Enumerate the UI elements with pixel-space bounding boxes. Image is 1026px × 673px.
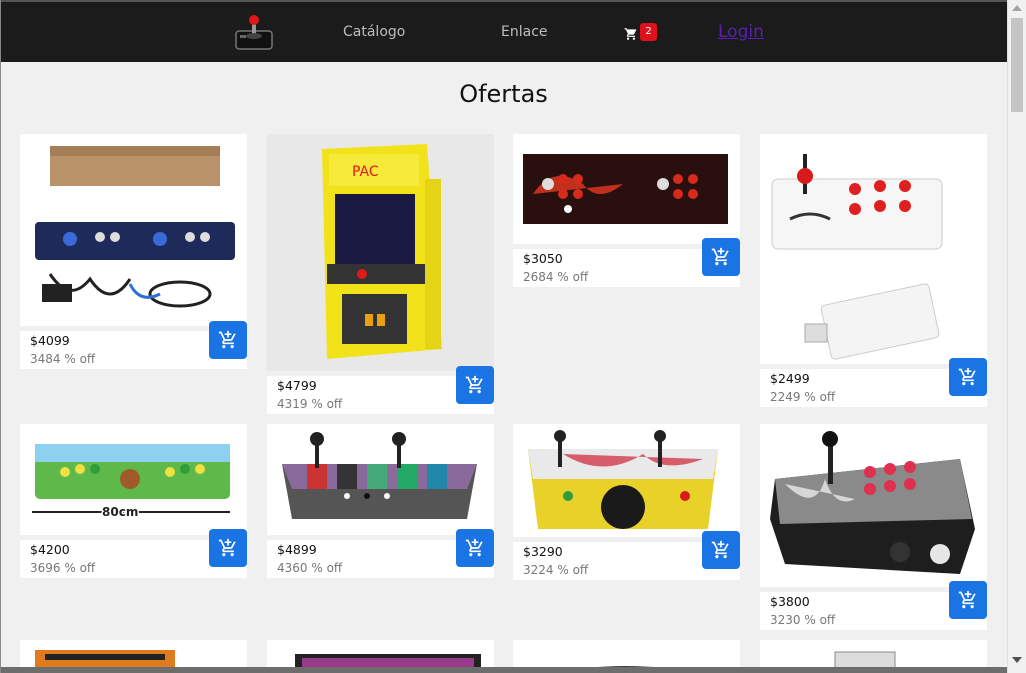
add-to-cart-button[interactable] — [949, 358, 987, 396]
arcade-stick-size-icon[interactable] — [760, 134, 987, 364]
product-price: $3290 — [523, 544, 563, 559]
add-cart-icon — [958, 367, 976, 386]
page-title: Ofertas — [459, 80, 548, 108]
mario-arcade-panel-icon[interactable]: 80cm — [20, 424, 247, 535]
add-cart-icon — [218, 538, 236, 557]
add-to-cart-button[interactable] — [702, 238, 740, 276]
login-link[interactable]: Login — [718, 22, 764, 42]
joystick-logo-icon[interactable] — [234, 15, 274, 51]
add-to-cart-button[interactable] — [209, 321, 247, 359]
add-cart-icon — [711, 247, 729, 266]
nav-link-catalogo[interactable]: Catálogo — [343, 24, 405, 40]
product-price: $4200 — [30, 542, 70, 557]
arcade-panel-red-icon[interactable] — [513, 134, 740, 244]
add-to-cart-button[interactable] — [949, 581, 987, 619]
add-cart-icon — [218, 330, 236, 349]
add-cart-icon — [465, 375, 483, 394]
product-discount: 3696 % off — [30, 561, 96, 575]
yellow-arcade-box-icon[interactable] — [513, 424, 740, 537]
add-to-cart-button[interactable] — [456, 366, 494, 404]
shopping-cart-icon — [624, 28, 637, 40]
svg-text:80cm: 80cm — [102, 505, 138, 519]
add-cart-icon — [711, 540, 729, 559]
navbar: Catálogo Enlace 2 Login — [0, 0, 1007, 62]
characters-arcade-box-icon[interactable] — [267, 424, 494, 535]
product-price: $4799 — [277, 378, 317, 393]
add-to-cart-button[interactable] — [702, 531, 740, 569]
product-discount: 3230 % off — [770, 613, 836, 627]
nav-cart[interactable]: 2 — [624, 23, 660, 46]
product-price: $4899 — [277, 542, 317, 557]
product-discount: 4360 % off — [277, 561, 343, 575]
add-cart-icon — [958, 590, 976, 609]
nav-link-enlace[interactable]: Enlace — [501, 24, 548, 40]
arcade-console-box-icon[interactable] — [20, 134, 247, 326]
svg-text:PAC: PAC — [352, 164, 379, 180]
product-discount: 2249 % off — [770, 390, 836, 404]
add-to-cart-button[interactable] — [456, 529, 494, 567]
product-discount: 3484 % off — [30, 352, 96, 366]
vertical-scrollbar[interactable] — [1007, 0, 1026, 673]
cart-count-badge: 2 — [640, 23, 657, 41]
taskbar-strip — [0, 667, 1007, 673]
product-price: $4099 — [30, 333, 70, 348]
product-price: $3800 — [770, 594, 810, 609]
scrollbar-thumb[interactable] — [1011, 18, 1023, 112]
add-to-cart-button[interactable] — [209, 529, 247, 567]
product-price: $2499 — [770, 371, 810, 386]
scroll-down-icon[interactable] — [1012, 657, 1022, 663]
product-discount: 3224 % off — [523, 563, 589, 577]
product-discount: 4319 % off — [277, 397, 343, 411]
dark-arcade-stick-icon[interactable] — [760, 424, 987, 587]
product-discount: 2684 % off — [523, 270, 589, 284]
scroll-up-icon[interactable] — [1012, 5, 1022, 11]
pacman-mini-cabinet-icon[interactable]: PAC — [267, 134, 494, 371]
add-cart-icon — [465, 538, 483, 557]
product-price: $3050 — [523, 251, 563, 266]
